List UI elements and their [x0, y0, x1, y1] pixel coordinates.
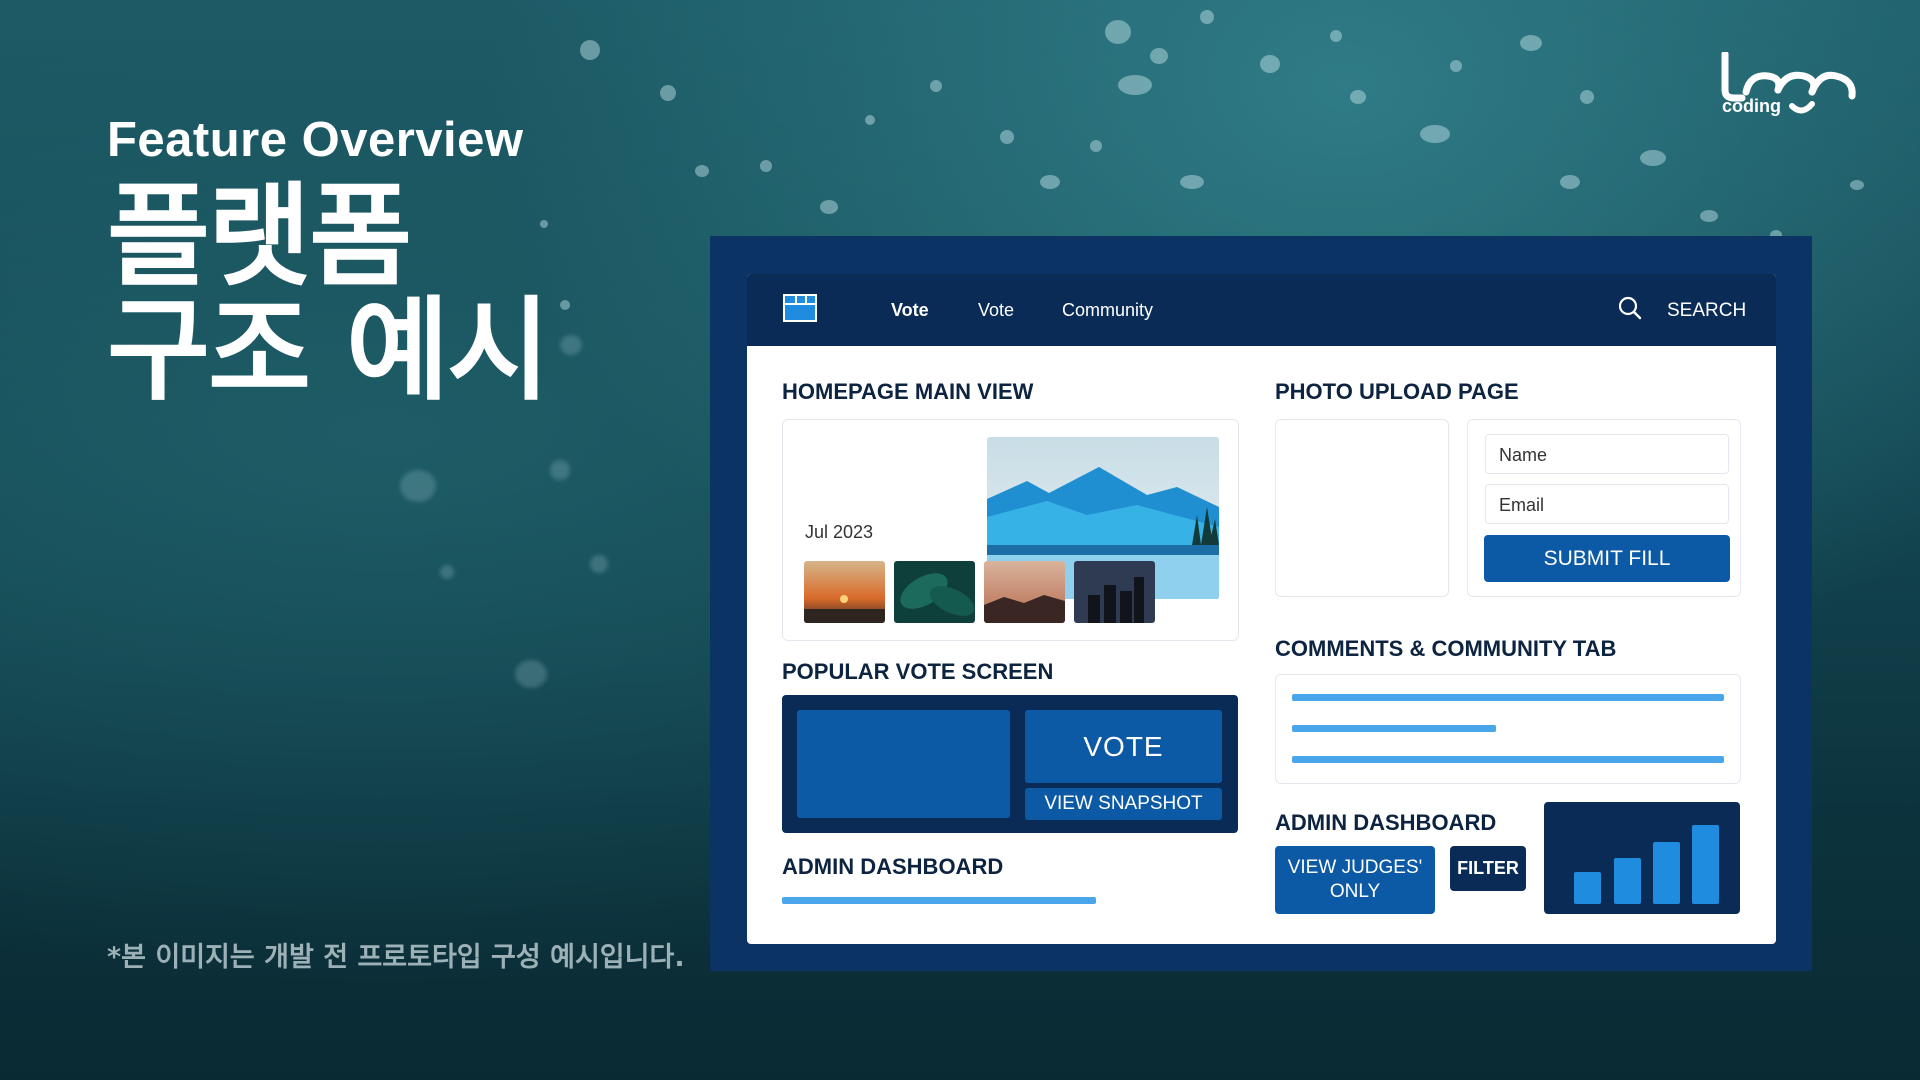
vote-button[interactable]: VOTE — [1025, 710, 1222, 783]
name-field[interactable]: Name — [1485, 434, 1729, 474]
chart-bar-4 — [1692, 825, 1719, 904]
admin-dashboard-title-left: ADMIN DASHBOARD — [782, 854, 1004, 879]
chart-bar-3 — [1653, 842, 1680, 904]
comment-line-3 — [1292, 756, 1724, 763]
nav-link-vote[interactable]: Vote — [891, 300, 929, 321]
dusk-hills-thumb[interactable] — [984, 561, 1065, 623]
mockup-window: Vote Vote Community SEARCH HOMEPAGE MAIN… — [747, 274, 1776, 944]
city-skyline-thumb[interactable] — [1074, 561, 1155, 623]
vote-section-title: POPULAR VOTE SCREEN — [782, 659, 1054, 684]
chart-bar-1 — [1574, 872, 1601, 904]
admin-dashboard-title-right: ADMIN DASHBOARD — [1275, 810, 1497, 835]
admin-bar-chart — [1544, 802, 1740, 914]
filter-button[interactable]: FILTER — [1450, 846, 1526, 891]
logo-subtext: coding — [1722, 96, 1781, 116]
admin-progress-bar — [782, 897, 1096, 904]
comment-line-2 — [1292, 725, 1496, 732]
view-snapshot-button[interactable]: VIEW SNAPSHOT — [1025, 788, 1222, 820]
vote-image-placeholder — [797, 710, 1010, 818]
vote-panel: VOTE VIEW SNAPSHOT — [782, 695, 1238, 833]
feature-overview-kicker: Feature Overview — [107, 113, 524, 167]
upload-section-title: PHOTO UPLOAD PAGE — [1275, 379, 1519, 404]
headline-line-1: 플랫폼 — [107, 172, 412, 302]
prototype-footnote: *본 이미지는 개발 전 프로토타입 구성 예시입니다. — [107, 942, 685, 973]
email-field[interactable]: Email — [1485, 484, 1729, 524]
nav-link-community[interactable]: Community — [1062, 300, 1153, 321]
photo-drop-area[interactable] — [1275, 419, 1449, 597]
sunset-thumb[interactable] — [804, 561, 885, 623]
search-icon[interactable] — [1618, 296, 1642, 320]
leaves-thumb[interactable] — [894, 561, 975, 623]
comments-section-title: COMMENTS & COMMUNITY TAB — [1275, 636, 1617, 661]
search-label[interactable]: SEARCH — [1667, 300, 1746, 322]
homepage-section-title: HOMEPAGE MAIN VIEW — [782, 379, 1034, 404]
view-judges-button[interactable]: VIEW JUDGES' ONLY — [1275, 846, 1435, 914]
app-logo-icon[interactable] — [783, 294, 817, 322]
date-label: Jul 2023 — [805, 522, 874, 542]
headline-line-2: 구조 예시 — [107, 286, 550, 416]
comment-line-1 — [1292, 694, 1724, 701]
headline: 플랫폼 구조 예시 — [107, 172, 550, 416]
chart-bar-2 — [1614, 858, 1641, 904]
nav-link-vote-2[interactable]: Vote — [978, 300, 1014, 321]
submit-button[interactable]: SUBMIT FILL — [1484, 535, 1730, 582]
top-nav: Vote Vote Community SEARCH — [747, 274, 1776, 346]
